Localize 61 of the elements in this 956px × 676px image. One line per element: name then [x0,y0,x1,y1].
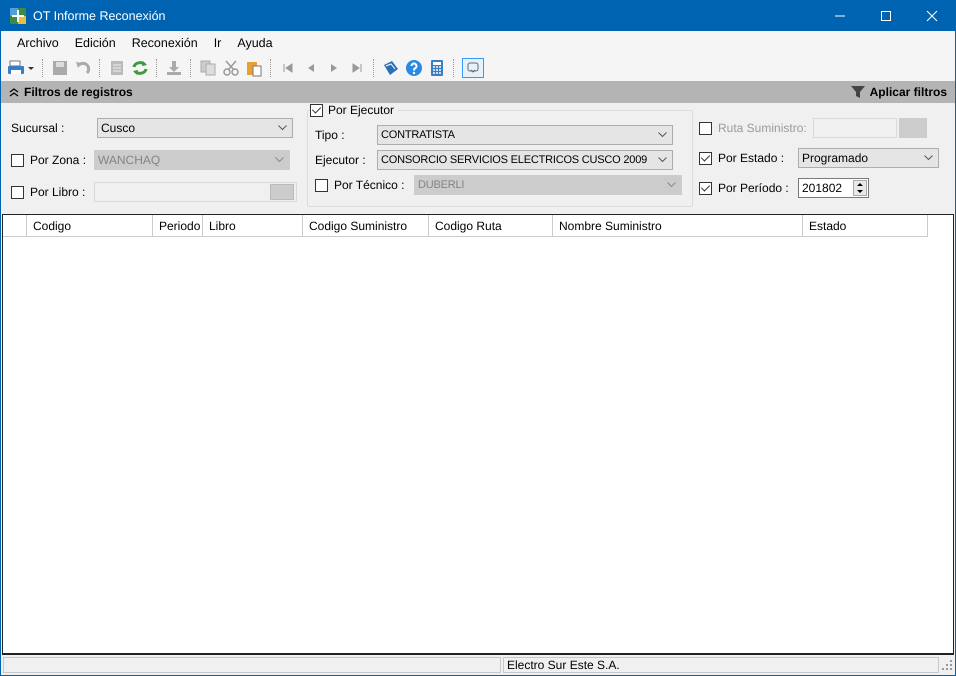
status-text: Electro Sur Este S.A. [503,657,939,673]
field-label: Sucursal : [11,121,66,135]
panel-title: Filtros de registros [24,85,133,99]
checkbox-label: Por Zona : [30,153,88,167]
field-label: Tipo : [315,128,346,142]
paste-icon[interactable] [245,59,263,77]
checkbox[interactable] [11,186,24,198]
window-title: OT Informe Reconexión [33,9,166,23]
printer-icon[interactable] [7,59,35,77]
checkbox-label: Por Libro : [30,185,86,199]
undo-icon[interactable] [74,59,92,77]
refresh-icon[interactable] [131,59,149,77]
menu-item[interactable]: Edición [66,36,124,50]
document-icon[interactable] [108,59,126,77]
column-header[interactable]: Codigo Suministro [303,215,429,236]
help-icon[interactable] [405,59,423,77]
window-toggle-icon[interactable] [462,58,484,78]
chevron-icon [658,132,667,138]
column-header[interactable]: Estado [803,215,928,236]
app-icon [9,7,27,25]
dropdown[interactable]: Cusco [97,118,293,138]
input-field[interactable] [94,182,297,202]
checkbox[interactable] [699,182,712,194]
checkbox[interactable] [310,104,323,116]
download-icon[interactable] [165,59,183,77]
column-header[interactable]: Codigo Ruta [429,215,553,236]
save-icon[interactable] [51,59,69,77]
number-spinner[interactable]: 201802 [798,178,869,198]
book-icon[interactable] [382,59,400,77]
calculator-icon[interactable] [428,59,446,77]
dropdown[interactable]: CONTRATISTA [377,125,673,145]
column-header[interactable]: Periodo [153,215,203,236]
field-label: Ejecutor : [315,153,367,167]
chevron-icon [667,182,676,188]
chevron-icon [275,157,284,163]
apply-filters-button[interactable]: Aplicar filtros [850,85,947,99]
collapse-icon[interactable] [9,87,19,97]
checkbox[interactable] [699,152,712,164]
menu-item[interactable]: Reconexión [124,36,206,50]
checkbox-label: Ruta Suministro: [718,121,807,135]
dropdown[interactable]: Programado [798,148,939,168]
checkbox[interactable] [315,178,328,192]
filter-icon [850,85,866,99]
dropdown[interactable]: CONSORCIO SERVICIOS ELECTRICOS CUSCO 2009 [377,150,673,170]
column-header[interactable]: Libro [203,215,303,236]
column-header[interactable]: Codigo [27,215,153,236]
menu-item[interactable]: Ir [206,36,230,50]
checkbox-label: Por Ejecutor [328,103,394,117]
menu-item[interactable]: Ayuda [229,36,281,50]
checkbox-label: Por Técnico : [334,178,406,192]
menu-item[interactable]: Archivo [9,36,67,50]
checkbox[interactable] [11,154,24,166]
scissors-icon[interactable] [222,59,240,77]
checkbox-label: Por Período : [718,181,790,195]
checkbox-label: Por Estado : [718,151,786,165]
resize-grip-icon[interactable] [941,659,953,671]
column-header[interactable]: Nombre Suministro [553,215,803,236]
chevron-icon [658,157,667,163]
chevron-icon [278,125,287,131]
copy-icon[interactable] [199,59,217,77]
chevron-icon [924,155,933,161]
